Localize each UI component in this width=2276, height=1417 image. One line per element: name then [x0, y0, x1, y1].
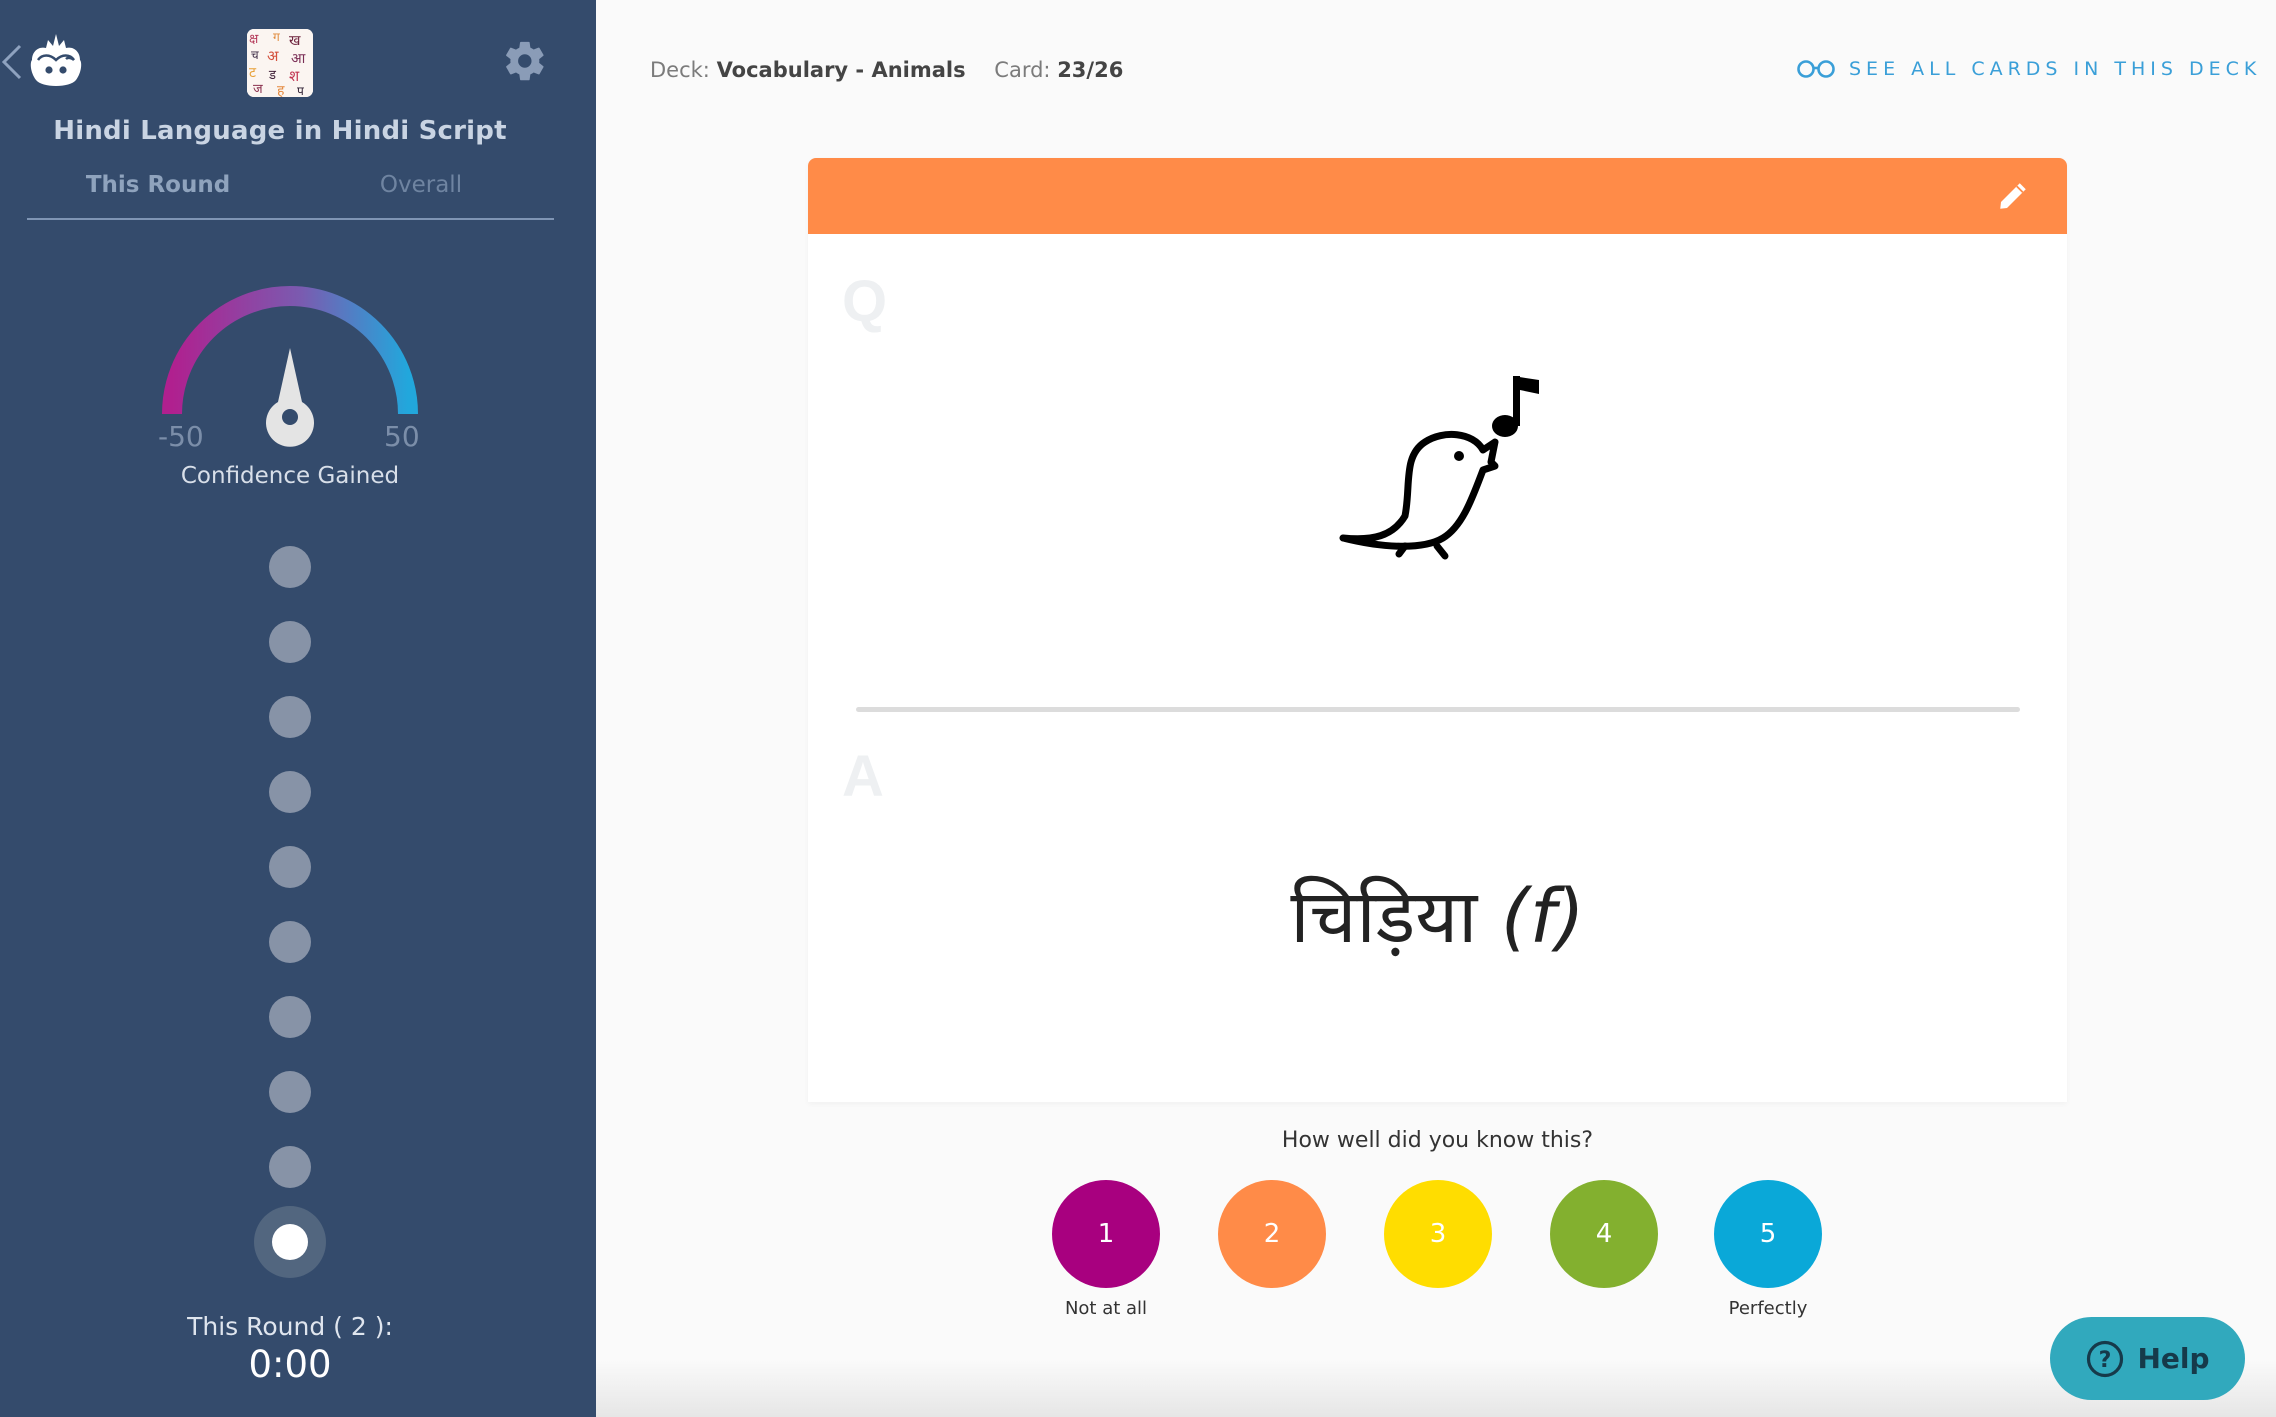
- see-all-label: SEE ALL CARDS IN THIS DECK: [1849, 58, 2262, 80]
- round-timer: 0:00: [248, 1343, 332, 1386]
- rating-caption-5: Perfectly: [1728, 1298, 1808, 1319]
- card-header-bar: [808, 158, 2067, 234]
- answer-text: चिड़िया (f): [808, 863, 2067, 964]
- bottom-fade: [596, 1360, 2276, 1417]
- svg-text:च: च: [251, 48, 259, 62]
- progress-dot: [269, 846, 311, 888]
- gear-icon[interactable]: [502, 38, 548, 84]
- answer-word: चिड़िया: [1290, 874, 1478, 960]
- rating-caption-1: Not at all: [1064, 1298, 1148, 1319]
- svg-text:ज: ज: [253, 82, 263, 97]
- card-position: 23/26: [1057, 58, 1124, 82]
- tab-overall[interactable]: Overall: [301, 172, 541, 198]
- svg-text:ट: ट: [249, 65, 257, 81]
- gauge-min-label: -50: [158, 420, 204, 453]
- question-letter: Q: [842, 269, 888, 334]
- see-all-cards-link[interactable]: SEE ALL CARDS IN THIS DECK: [1797, 58, 2261, 80]
- gauge-needle: [266, 348, 314, 447]
- answer-gender: (f): [1500, 874, 1585, 960]
- rating-prompt: How well did you know this?: [1281, 1128, 1594, 1153]
- progress-dot: [269, 1071, 311, 1113]
- question-circle-icon: ?: [2087, 1340, 2124, 1377]
- card-prefix: Card:: [994, 58, 1051, 82]
- answer-letter: A: [842, 744, 884, 809]
- svg-text:ख: ख: [289, 33, 301, 49]
- progress-dot: [269, 696, 311, 738]
- svg-text:ह: ह: [277, 83, 285, 97]
- help-label: Help: [2137, 1342, 2210, 1375]
- edit-pencil-icon[interactable]: [1995, 178, 2031, 214]
- svg-text:प: प: [297, 84, 304, 97]
- progress-dot: [269, 996, 311, 1038]
- progress-dot-current: [272, 1224, 308, 1260]
- svg-text:क्ष: क्ष: [249, 32, 259, 47]
- progress-dot: [269, 921, 311, 963]
- rating-button-5[interactable]: 5: [1714, 1180, 1822, 1288]
- svg-text:श: श: [289, 67, 300, 85]
- svg-text:?: ?: [2099, 1348, 2112, 1373]
- deck-prefix: Deck:: [650, 58, 710, 82]
- singing-bird-icon: [1339, 376, 1539, 560]
- rating-button-2[interactable]: 2: [1218, 1180, 1326, 1288]
- svg-text:अ: अ: [267, 47, 279, 65]
- flashcard: Q A चिड़िया (f): [808, 158, 2067, 1102]
- round-label: This Round ( 2 ):: [187, 1312, 393, 1341]
- deck-title: Hindi Language in Hindi Script: [53, 116, 507, 146]
- sidebar: क्ष ग ख च अ आ ट ड श ज ह प Hindi Language…: [0, 0, 596, 1417]
- help-button[interactable]: ? Help: [2050, 1317, 2245, 1400]
- glasses-icon: [1797, 60, 1835, 78]
- svg-text:ग: ग: [273, 30, 280, 44]
- hindi-letters-pattern-icon: क्ष ग ख च अ आ ट ड श ज ह प: [247, 29, 313, 97]
- back-chevron-icon[interactable]: [0, 40, 26, 84]
- rating-button-4[interactable]: 4: [1550, 1180, 1658, 1288]
- progress-dot: [269, 546, 311, 588]
- deck-name: Vocabulary - Animals: [716, 58, 966, 82]
- progress-dot: [269, 1146, 311, 1188]
- svg-text:ड: ड: [268, 68, 277, 83]
- progress-dot: [269, 771, 311, 813]
- rating-button-1[interactable]: 1: [1052, 1180, 1160, 1288]
- tab-this-round[interactable]: This Round: [38, 172, 278, 198]
- rating-button-3[interactable]: 3: [1384, 1180, 1492, 1288]
- deck-info: Deck: Vocabulary - Animals Card: 23/26: [650, 58, 1123, 82]
- gauge-max-label: 50: [384, 420, 420, 453]
- brainscape-logo-icon[interactable]: [28, 32, 84, 92]
- progress-dot: [269, 621, 311, 663]
- qa-divider: [856, 707, 2020, 712]
- svg-text:आ: आ: [291, 51, 306, 67]
- tab-divider: [27, 218, 554, 220]
- deck-thumbnail: क्ष ग ख च अ आ ट ड श ज ह प: [247, 29, 313, 97]
- gauge-caption: Confidence Gained: [180, 463, 400, 489]
